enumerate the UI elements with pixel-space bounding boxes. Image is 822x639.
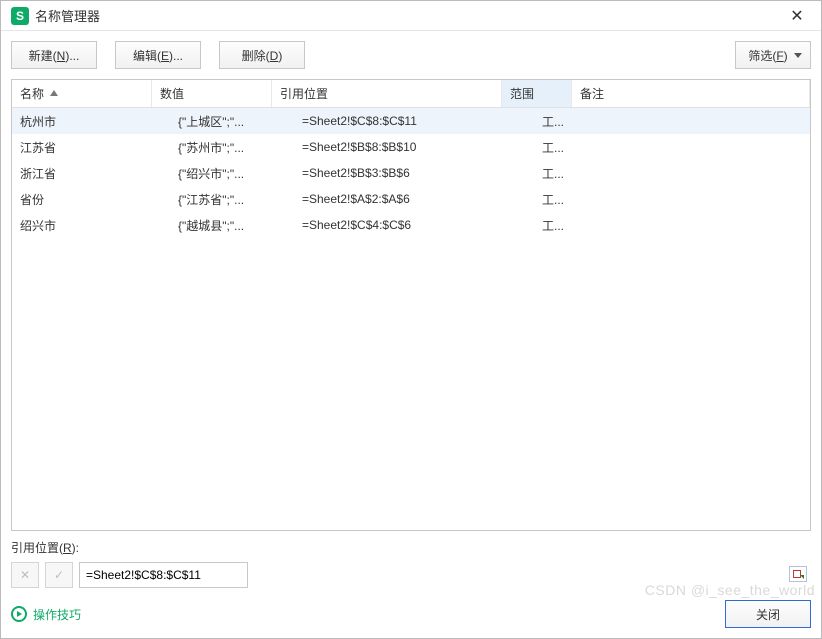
- footer: 操作技巧 关闭: [1, 592, 821, 638]
- cell-value: {"越城县";"...: [152, 212, 272, 238]
- col-name[interactable]: 名称: [12, 80, 152, 107]
- table-header: 名称 数值 引用位置 范围 备注: [12, 80, 810, 108]
- new-button[interactable]: 新建(N)...: [11, 41, 97, 69]
- close-icon[interactable]: ✕: [777, 1, 817, 31]
- cell-scope: 工...: [502, 160, 572, 186]
- col-comment[interactable]: 备注: [572, 80, 810, 107]
- app-icon: S: [11, 7, 29, 25]
- cell-scope: 工...: [502, 108, 572, 134]
- col-scope[interactable]: 范围: [502, 80, 572, 107]
- cell-refers-to: =Sheet2!$A$2:$A$6: [272, 186, 502, 212]
- cell-refers-to: =Sheet2!$B$3:$B$6: [272, 160, 502, 186]
- close-button[interactable]: 关闭: [725, 600, 811, 628]
- table-row[interactable]: 浙江省{"绍兴市";"...=Sheet2!$B$3:$B$6工...: [12, 160, 810, 186]
- table-body: 杭州市{"上城区";"...=Sheet2!$C$8:$C$11工...江苏省{…: [12, 108, 810, 238]
- refers-to-section: 引用位置(R): ✕ ✓: [1, 531, 821, 592]
- edit-button[interactable]: 编辑(E)...: [115, 41, 201, 69]
- cell-comment: [572, 160, 810, 186]
- cancel-ref-button[interactable]: ✕: [11, 562, 39, 588]
- cell-value: {"苏州市";"...: [152, 134, 272, 160]
- cell-value: {"绍兴市";"...: [152, 160, 272, 186]
- table-row[interactable]: 绍兴市{"越城县";"...=Sheet2!$C$4:$C$6工...: [12, 212, 810, 238]
- table-row[interactable]: 杭州市{"上城区";"...=Sheet2!$C$8:$C$11工...: [12, 108, 810, 134]
- cell-comment: [572, 212, 810, 238]
- table-row[interactable]: 江苏省{"苏州市";"...=Sheet2!$B$8:$B$10工...: [12, 134, 810, 160]
- names-table: 名称 数值 引用位置 范围 备注 杭州市{"上城区";"...=Sheet2!$…: [11, 79, 811, 531]
- cell-comment: [572, 108, 810, 134]
- cell-name: 绍兴市: [12, 212, 152, 238]
- refers-to-input[interactable]: [79, 562, 248, 588]
- cell-scope: 工...: [502, 212, 572, 238]
- cell-comment: [572, 186, 810, 212]
- refers-to-label: 引用位置(R):: [11, 539, 811, 556]
- cell-refers-to: =Sheet2!$C$8:$C$11: [272, 108, 502, 134]
- cell-name: 省份: [12, 186, 152, 212]
- play-icon: [11, 606, 27, 622]
- delete-button[interactable]: 删除(D): [219, 41, 305, 69]
- col-name-label: 名称: [20, 85, 44, 102]
- cell-refers-to: =Sheet2!$C$4:$C$6: [272, 212, 502, 238]
- cell-value: {"江苏省";"...: [152, 186, 272, 212]
- cell-name: 杭州市: [12, 108, 152, 134]
- window-title: 名称管理器: [35, 6, 777, 25]
- chevron-down-icon: [794, 53, 802, 58]
- cell-value: {"上城区";"...: [152, 108, 272, 134]
- confirm-ref-button[interactable]: ✓: [45, 562, 73, 588]
- table-row[interactable]: 省份{"江苏省";"...=Sheet2!$A$2:$A$6工...: [12, 186, 810, 212]
- col-refers-to[interactable]: 引用位置: [272, 80, 502, 107]
- cell-scope: 工...: [502, 186, 572, 212]
- cell-name: 江苏省: [12, 134, 152, 160]
- cell-refers-to: =Sheet2!$B$8:$B$10: [272, 134, 502, 160]
- cell-comment: [572, 134, 810, 160]
- toolbar: 新建(N)... 编辑(E)... 删除(D) 筛选(F): [1, 31, 821, 79]
- sort-asc-icon: [50, 90, 58, 96]
- cell-name: 浙江省: [12, 160, 152, 186]
- cell-scope: 工...: [502, 134, 572, 160]
- tips-link[interactable]: 操作技巧: [33, 606, 81, 623]
- range-picker-icon[interactable]: [789, 566, 807, 582]
- title-bar: S 名称管理器 ✕: [1, 1, 821, 31]
- filter-button[interactable]: 筛选(F): [735, 41, 811, 69]
- col-value[interactable]: 数值: [152, 80, 272, 107]
